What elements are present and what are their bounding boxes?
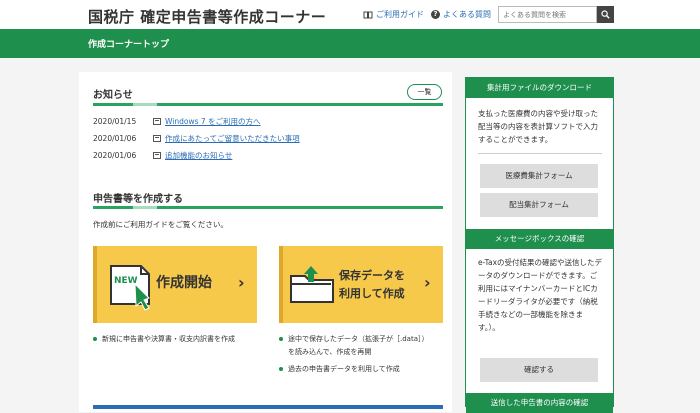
sent-title: 送信した申告書の内容の確認 [466,393,613,413]
download-text: 支払った医療費の内容や受け取った配当等の内容を表計算ソフトで入力することができま… [478,109,598,144]
sidebar: 集計用ファイルのダウンロード 支払った医療費の内容や受け取った配当等の内容を表計… [465,77,614,413]
site-title[interactable]: 国税庁 確定申告書等作成コーナー [88,6,326,27]
resume-bullet: 途中で保存したデータ（拡張子が［.data］） [279,333,429,345]
messagebox-text: e-Taxの受付結果の確認や送信したデータのダウンロードができます。ご利用にはマ… [478,258,603,332]
page-title: 作成コーナートップ [88,40,170,50]
news-date: 2020/01/06 [93,134,137,143]
create-intro: 作成前にご利用ガイドをご覧ください。 [93,220,228,229]
medical-form-button[interactable]: 医療費集計フォーム [480,164,598,188]
faq-link-label: よくある質問 [443,10,491,19]
news-divider [93,103,443,106]
chevron-right-icon: › [424,273,431,292]
search-button[interactable] [597,6,614,23]
resume-create-line1: 保存データを [339,269,405,282]
search-icon [601,10,610,19]
news-link[interactable]: 作成にあたってご留意いただきたい事項 [165,133,300,144]
question-icon: ? [431,10,440,19]
new-badge: NEW [114,276,138,286]
start-bullet: 新規に申告書や決算書・収支内訳書を作成 [93,333,235,345]
book-icon [363,11,373,18]
faq-link[interactable]: ? よくある質問 [431,9,491,20]
chevron-right-icon: › [238,273,245,292]
news-item: 2020/01/06 作成にあたってご留意いただきたい事項 [93,133,300,144]
dividend-form-button[interactable]: 配当集計フォーム [480,193,598,217]
main-content: お知らせ 一覧 2020/01/15 Windows 7 をご利用の方へ 202… [79,72,452,412]
search-box [498,6,614,23]
create-title: 申告書等を作成する [93,194,183,205]
resume-bullet: 過去の申告書データを利用して作成 [279,363,400,375]
guide-link[interactable]: ご利用ガイド [363,9,424,20]
top-header: 国税庁 確定申告書等作成コーナー ご利用ガイド ? よくある質問 [0,0,700,29]
create-divider [93,206,443,209]
messagebox-confirm-button[interactable]: 確認する [480,358,598,382]
guide-link-label: ご利用ガイド [376,10,424,19]
resume-create-card[interactable]: 保存データを 利用して作成 › [279,246,443,323]
news-item: 2020/01/06 追加機能のお知らせ [93,150,232,161]
start-create-label: 作成開始 [156,275,212,291]
new-document-icon [110,265,150,311]
document-icon [153,152,161,159]
document-icon [153,118,161,125]
messagebox-title: メッセージボックスの確認 [466,229,613,249]
resume-create-line2: 利用して作成 [339,287,405,300]
news-date: 2020/01/15 [93,117,137,126]
news-more-button[interactable]: 一覧 [407,84,442,100]
news-item: 2020/01/15 Windows 7 をご利用の方へ [93,116,261,127]
next-section-header [93,405,443,409]
folder-upload-icon [290,266,334,303]
download-title: 集計用ファイルのダウンロード [466,78,613,98]
nav-bar: 作成コーナートップ [0,29,700,58]
start-create-card[interactable]: NEW 作成開始 › [93,246,257,323]
document-icon [153,135,161,142]
news-link[interactable]: 追加機能のお知らせ [165,150,232,161]
search-input[interactable] [498,6,597,23]
resume-bullet-cont: を読み込んで、作成を再開 [288,348,372,356]
news-link[interactable]: Windows 7 をご利用の方へ [165,116,261,127]
news-date: 2020/01/06 [93,151,137,160]
news-title: お知らせ [93,90,133,101]
